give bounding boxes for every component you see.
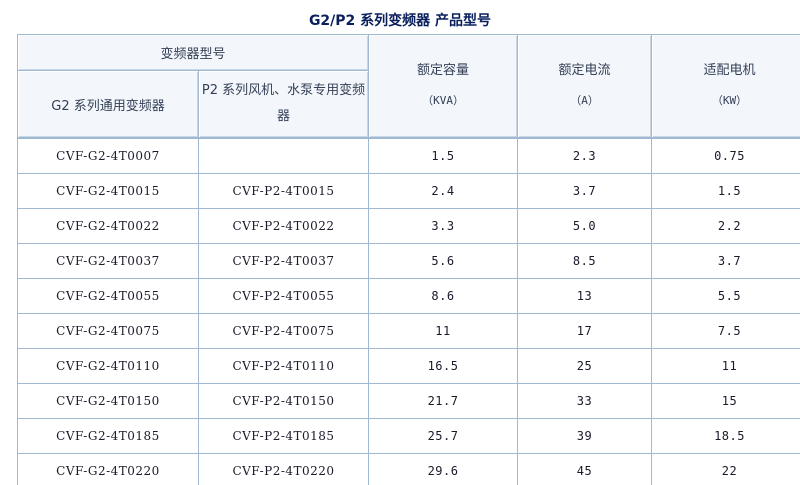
cell-p2-model: CVF-P2-4T0015: [199, 174, 370, 209]
cell-adapted-motor: 15: [652, 384, 800, 419]
cell-adapted-motor: 11: [652, 349, 800, 384]
product-model-table: 变频器型号 额定容量 （KVA） 额定电流 （A） 适配电机 （KW） G2 系…: [17, 34, 800, 485]
cell-p2-model: CVF-P2-4T0055: [199, 279, 370, 314]
cell-rated-capacity: 16.5: [369, 349, 519, 384]
cell-g2-model: CVF-G2-4T0185: [18, 419, 199, 454]
table-row: CVF-G2-4T0075 CVF-P2-4T0075 11 17 7.5: [18, 314, 800, 349]
cell-rated-current: 45: [518, 454, 653, 485]
cell-rated-capacity: 2.4: [369, 174, 519, 209]
cell-p2-model: CVF-P2-4T0037: [199, 244, 370, 279]
cell-rated-current: 5.0: [518, 209, 653, 244]
header-rated-capacity-unit: （KVA）: [422, 94, 464, 107]
cell-rated-capacity: 1.5: [369, 139, 519, 174]
cell-adapted-motor: 0.75: [652, 139, 800, 174]
cell-rated-capacity: 29.6: [369, 454, 519, 485]
cell-adapted-motor: 2.2: [652, 209, 800, 244]
cell-rated-current: 3.7: [518, 174, 653, 209]
table-row: CVF-G2-4T0037 CVF-P2-4T0037 5.6 8.5 3.7: [18, 244, 800, 279]
cell-g2-model: CVF-G2-4T0150: [18, 384, 199, 419]
cell-rated-current: 17: [518, 314, 653, 349]
cell-p2-model: CVF-P2-4T0075: [199, 314, 370, 349]
cell-g2-model: CVF-G2-4T0015: [18, 174, 199, 209]
header-rated-capacity: 额定容量 （KVA）: [369, 35, 519, 138]
header-rated-current-label: 额定电流: [558, 63, 611, 78]
header-rated-capacity-label: 额定容量: [417, 63, 470, 78]
cell-rated-current: 39: [518, 419, 653, 454]
header-p2-series: P2 系列风机、水泵专用变频器: [199, 71, 370, 138]
cell-rated-capacity: 8.6: [369, 279, 519, 314]
header-adapted-motor: 适配电机 （KW）: [652, 35, 800, 138]
cell-p2-model: CVF-P2-4T0185: [199, 419, 370, 454]
cell-g2-model: CVF-G2-4T0055: [18, 279, 199, 314]
cell-p2-model: CVF-P2-4T0022: [199, 209, 370, 244]
cell-p2-model: CVF-P2-4T0220: [199, 454, 370, 485]
table-row: CVF-G2-4T0150 CVF-P2-4T0150 21.7 33 15: [18, 384, 800, 419]
cell-rated-current: 33: [518, 384, 653, 419]
cell-rated-current: 13: [518, 279, 653, 314]
table-row: CVF-G2-4T0007 1.5 2.3 0.75: [18, 139, 800, 174]
cell-adapted-motor: 22: [652, 454, 800, 485]
cell-p2-model: [199, 139, 370, 174]
table-row: CVF-G2-4T0110 CVF-P2-4T0110 16.5 25 11: [18, 349, 800, 384]
cell-rated-capacity: 11: [369, 314, 519, 349]
header-rated-current-unit: （A）: [570, 94, 599, 107]
cell-rated-current: 8.5: [518, 244, 653, 279]
header-inverter-model: 变频器型号: [18, 35, 370, 71]
cell-g2-model: CVF-G2-4T0220: [18, 454, 199, 485]
cell-p2-model: CVF-P2-4T0110: [199, 349, 370, 384]
header-adapted-motor-unit: （KW）: [711, 94, 748, 107]
product-model-table-container: 变频器型号 额定容量 （KVA） 额定电流 （A） 适配电机 （KW） G2 系…: [17, 34, 800, 485]
cell-rated-capacity: 5.6: [369, 244, 519, 279]
cell-g2-model: CVF-G2-4T0022: [18, 209, 199, 244]
cell-adapted-motor: 1.5: [652, 174, 800, 209]
cell-rated-capacity: 3.3: [369, 209, 519, 244]
cell-rated-current: 25: [518, 349, 653, 384]
table-row: CVF-G2-4T0220 CVF-P2-4T0220 29.6 45 22: [18, 454, 800, 485]
cell-g2-model: CVF-G2-4T0075: [18, 314, 199, 349]
table-row: CVF-G2-4T0055 CVF-P2-4T0055 8.6 13 5.5: [18, 279, 800, 314]
header-rated-current: 额定电流 （A）: [518, 35, 653, 138]
cell-g2-model: CVF-G2-4T0037: [18, 244, 199, 279]
page-title: G2/P2 系列变频器 产品型号: [308, 13, 492, 29]
cell-g2-model: CVF-G2-4T0007: [18, 139, 199, 174]
cell-rated-capacity: 21.7: [369, 384, 519, 419]
cell-adapted-motor: 7.5: [652, 314, 800, 349]
table-row: CVF-G2-4T0015 CVF-P2-4T0015 2.4 3.7 1.5: [18, 174, 800, 209]
table-row: CVF-G2-4T0022 CVF-P2-4T0022 3.3 5.0 2.2: [18, 209, 800, 244]
cell-adapted-motor: 18.5: [652, 419, 800, 454]
cell-p2-model: CVF-P2-4T0150: [199, 384, 370, 419]
header-row-group: 变频器型号 额定容量 （KVA） 额定电流 （A） 适配电机 （KW）: [18, 35, 800, 138]
header-adapted-motor-label: 适配电机: [703, 63, 756, 78]
table-row: CVF-G2-4T0185 CVF-P2-4T0185 25.7 39 18.5: [18, 419, 800, 454]
cell-rated-current: 2.3: [518, 139, 653, 174]
cell-g2-model: CVF-G2-4T0110: [18, 349, 199, 384]
cell-adapted-motor: 5.5: [652, 279, 800, 314]
header-g2-series: G2 系列通用变频器: [18, 71, 199, 138]
cell-adapted-motor: 3.7: [652, 244, 800, 279]
cell-rated-capacity: 25.7: [369, 419, 519, 454]
